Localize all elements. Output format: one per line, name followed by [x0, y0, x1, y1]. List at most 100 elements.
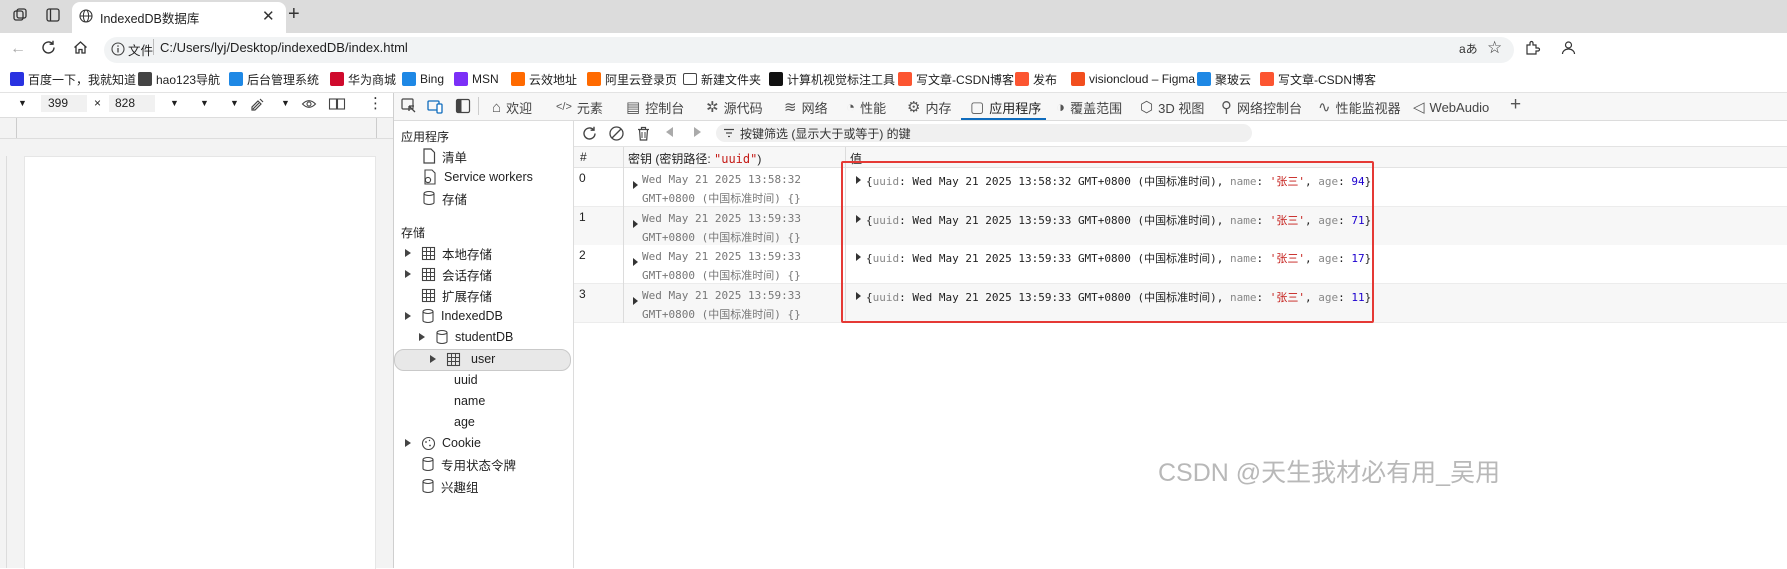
throttle-chevron-icon[interactable]: ▼	[200, 98, 209, 108]
bookmark-item[interactable]: 写文章-CSDN博客	[1260, 70, 1376, 88]
bookmark-item[interactable]: MSN	[454, 70, 499, 88]
bookmark-label: 云效地址	[529, 72, 578, 87]
next-page-icon[interactable]	[694, 127, 701, 137]
favorite-star-icon[interactable]: ☆	[1487, 38, 1502, 58]
devtools-tab[interactable]: ⚙ 内存	[907, 95, 951, 119]
profile-icon[interactable]	[1560, 39, 1577, 56]
device-emulation-icon[interactable]	[426, 97, 444, 115]
bookmark-item[interactable]: 聚玻云	[1197, 70, 1251, 88]
device-width-input[interactable]: 399	[41, 95, 87, 112]
clear-store-icon[interactable]	[608, 125, 625, 142]
device-select-chevron-icon[interactable]: ▼	[18, 98, 27, 108]
devtools-tab[interactable]: ◑ 覆盖范围	[1056, 95, 1122, 119]
more-tools-icon[interactable]: +	[1510, 94, 1521, 116]
bookmark-item[interactable]: 云效地址	[511, 70, 577, 88]
bookmark-item[interactable]: 新建文件夹	[683, 70, 761, 88]
sidebar-item-interest-groups[interactable]: 兴趣组	[421, 476, 479, 496]
bookmark-item[interactable]: 计算机视觉标注工具	[769, 70, 895, 88]
dock-side-icon[interactable]	[454, 97, 472, 115]
refresh-data-icon[interactable]	[581, 125, 598, 142]
expand-arrow-icon[interactable]	[405, 270, 411, 278]
delete-trash-icon[interactable]	[635, 125, 652, 142]
home-icon[interactable]	[72, 39, 89, 56]
zoom-chevron-icon[interactable]: ▼	[170, 98, 179, 108]
devtools-tab[interactable]: ⬡ 3D 视图	[1140, 95, 1204, 119]
expand-key-icon[interactable]	[633, 219, 638, 228]
url-text[interactable]: C:/Users/lyj/Desktop/indexedDB/index.htm…	[160, 40, 408, 55]
devtools-tab[interactable]: ∿ 性能监视器	[1318, 95, 1401, 119]
previous-page-icon[interactable]	[666, 127, 673, 137]
workspaces-icon[interactable]	[12, 7, 28, 23]
sidebar-item-index-age[interactable]: age	[454, 412, 475, 432]
sidebar-item-local-storage[interactable]: 本地存储	[405, 243, 492, 263]
bookmark-item[interactable]: hao123导航	[138, 70, 220, 88]
bookmark-item[interactable]: 写文章-CSDN博客	[898, 70, 1014, 88]
back-icon[interactable]: ←	[10, 40, 26, 58]
inspect-element-icon[interactable]	[400, 97, 418, 115]
sidebar-item-private-state-tokens[interactable]: 专用状态令牌	[421, 454, 516, 474]
favicon-icon	[1071, 72, 1085, 86]
sidebar-item-storage[interactable]: 存储	[422, 188, 467, 208]
bookmark-item[interactable]: 华为商城	[330, 70, 396, 88]
expand-key-icon[interactable]	[633, 181, 638, 189]
sidebar-item-cookie[interactable]: Cookie	[405, 433, 481, 453]
key-path-value: "uuid"	[714, 152, 758, 166]
tab-actions-icon[interactable]	[45, 7, 61, 23]
devtools-tab[interactable]: ⚲ 网络控制台	[1221, 95, 1302, 119]
devtools-tab[interactable]: ⌂ 欢迎	[492, 95, 532, 119]
sidebar-item-user-store[interactable]: user	[430, 349, 495, 369]
eyedropper-icon[interactable]	[250, 96, 266, 112]
refresh-icon[interactable]	[40, 39, 57, 56]
devtools-tab[interactable]: ◁ WebAudio	[1413, 95, 1489, 119]
extensions-icon[interactable]	[1524, 39, 1541, 56]
expand-arrow-icon[interactable]	[405, 439, 411, 447]
dual-screen-icon[interactable]	[328, 96, 346, 112]
bookmark-item[interactable]: 后台管理系统	[229, 70, 319, 88]
expand-arrow-icon[interactable]	[405, 249, 411, 257]
device-height-input[interactable]: 828	[109, 95, 155, 112]
key-line-2: GMT+0800 (中国标准时间) {}	[642, 230, 801, 244]
bookmark-item[interactable]: 百度一下，我就知道	[10, 70, 136, 88]
devtools-tab[interactable]: ✲ 源代码	[706, 95, 763, 119]
expand-arrow-icon[interactable]	[430, 355, 436, 363]
key-line-1: Wed May 21 2025 13:59:33	[642, 250, 801, 263]
devtools-tab[interactable]: ◔ 性能	[846, 95, 886, 119]
sidebar-item-session-storage[interactable]: 会话存储	[405, 264, 492, 284]
table-grid-icon	[421, 288, 436, 302]
close-tab-icon[interactable]: ✕	[262, 7, 275, 25]
sidebar-item-service-workers[interactable]: Service workers	[422, 167, 533, 187]
sidebar-item-indexeddb[interactable]: IndexedDB	[405, 306, 503, 326]
read-aloud-icon[interactable]: aあ	[1459, 40, 1478, 57]
bookmark-item[interactable]: 阿里云登录页	[587, 70, 677, 88]
url-divider	[153, 39, 154, 55]
media-chevron-icon[interactable]: ▼	[281, 98, 290, 108]
expand-key-icon[interactable]	[633, 296, 638, 305]
column-header-key[interactable]: 密钥 (密钥路径: "uuid")	[628, 150, 761, 167]
rotate-chevron-icon[interactable]: ▼	[230, 98, 239, 108]
sidebar-item-studentdb[interactable]: studentDB	[419, 327, 513, 347]
expand-key-icon[interactable]	[633, 258, 638, 266]
devtools-tab[interactable]: ▢ 应用程序	[970, 95, 1041, 119]
more-options-icon[interactable]: ⋮	[368, 94, 383, 112]
devtools-tab[interactable]: </> 元素	[556, 95, 603, 119]
sidebar-item-index-name[interactable]: name	[454, 391, 485, 411]
devtools-tab-label: 内存	[925, 100, 952, 116]
expand-arrow-icon[interactable]	[405, 312, 411, 320]
new-tab-icon[interactable]: +	[288, 3, 300, 26]
sidebar-item-index-uuid[interactable]: uuid	[454, 370, 478, 390]
file-label: 文件	[128, 44, 154, 58]
dimension-separator: ×	[94, 96, 102, 110]
devtools-tab-label: 网络控制台	[1237, 100, 1303, 116]
devtools-tab[interactable]: ≋ 网络	[784, 95, 828, 119]
device-screen[interactable]	[24, 156, 376, 569]
eye-icon[interactable]	[301, 96, 317, 112]
info-icon[interactable]	[111, 42, 125, 56]
code-icon: </>	[556, 101, 572, 113]
bookmark-item[interactable]: 发布	[1015, 70, 1057, 88]
bookmark-item[interactable]: visioncloud – Figma	[1071, 70, 1195, 88]
devtools-tab[interactable]: ▤ 控制台	[626, 95, 684, 119]
sidebar-item-manifest[interactable]: 清单	[422, 146, 467, 166]
sidebar-item-extension-storage[interactable]: 扩展存储	[421, 285, 492, 305]
bookmark-item[interactable]: Bing	[402, 70, 444, 88]
expand-arrow-icon[interactable]	[419, 333, 425, 341]
